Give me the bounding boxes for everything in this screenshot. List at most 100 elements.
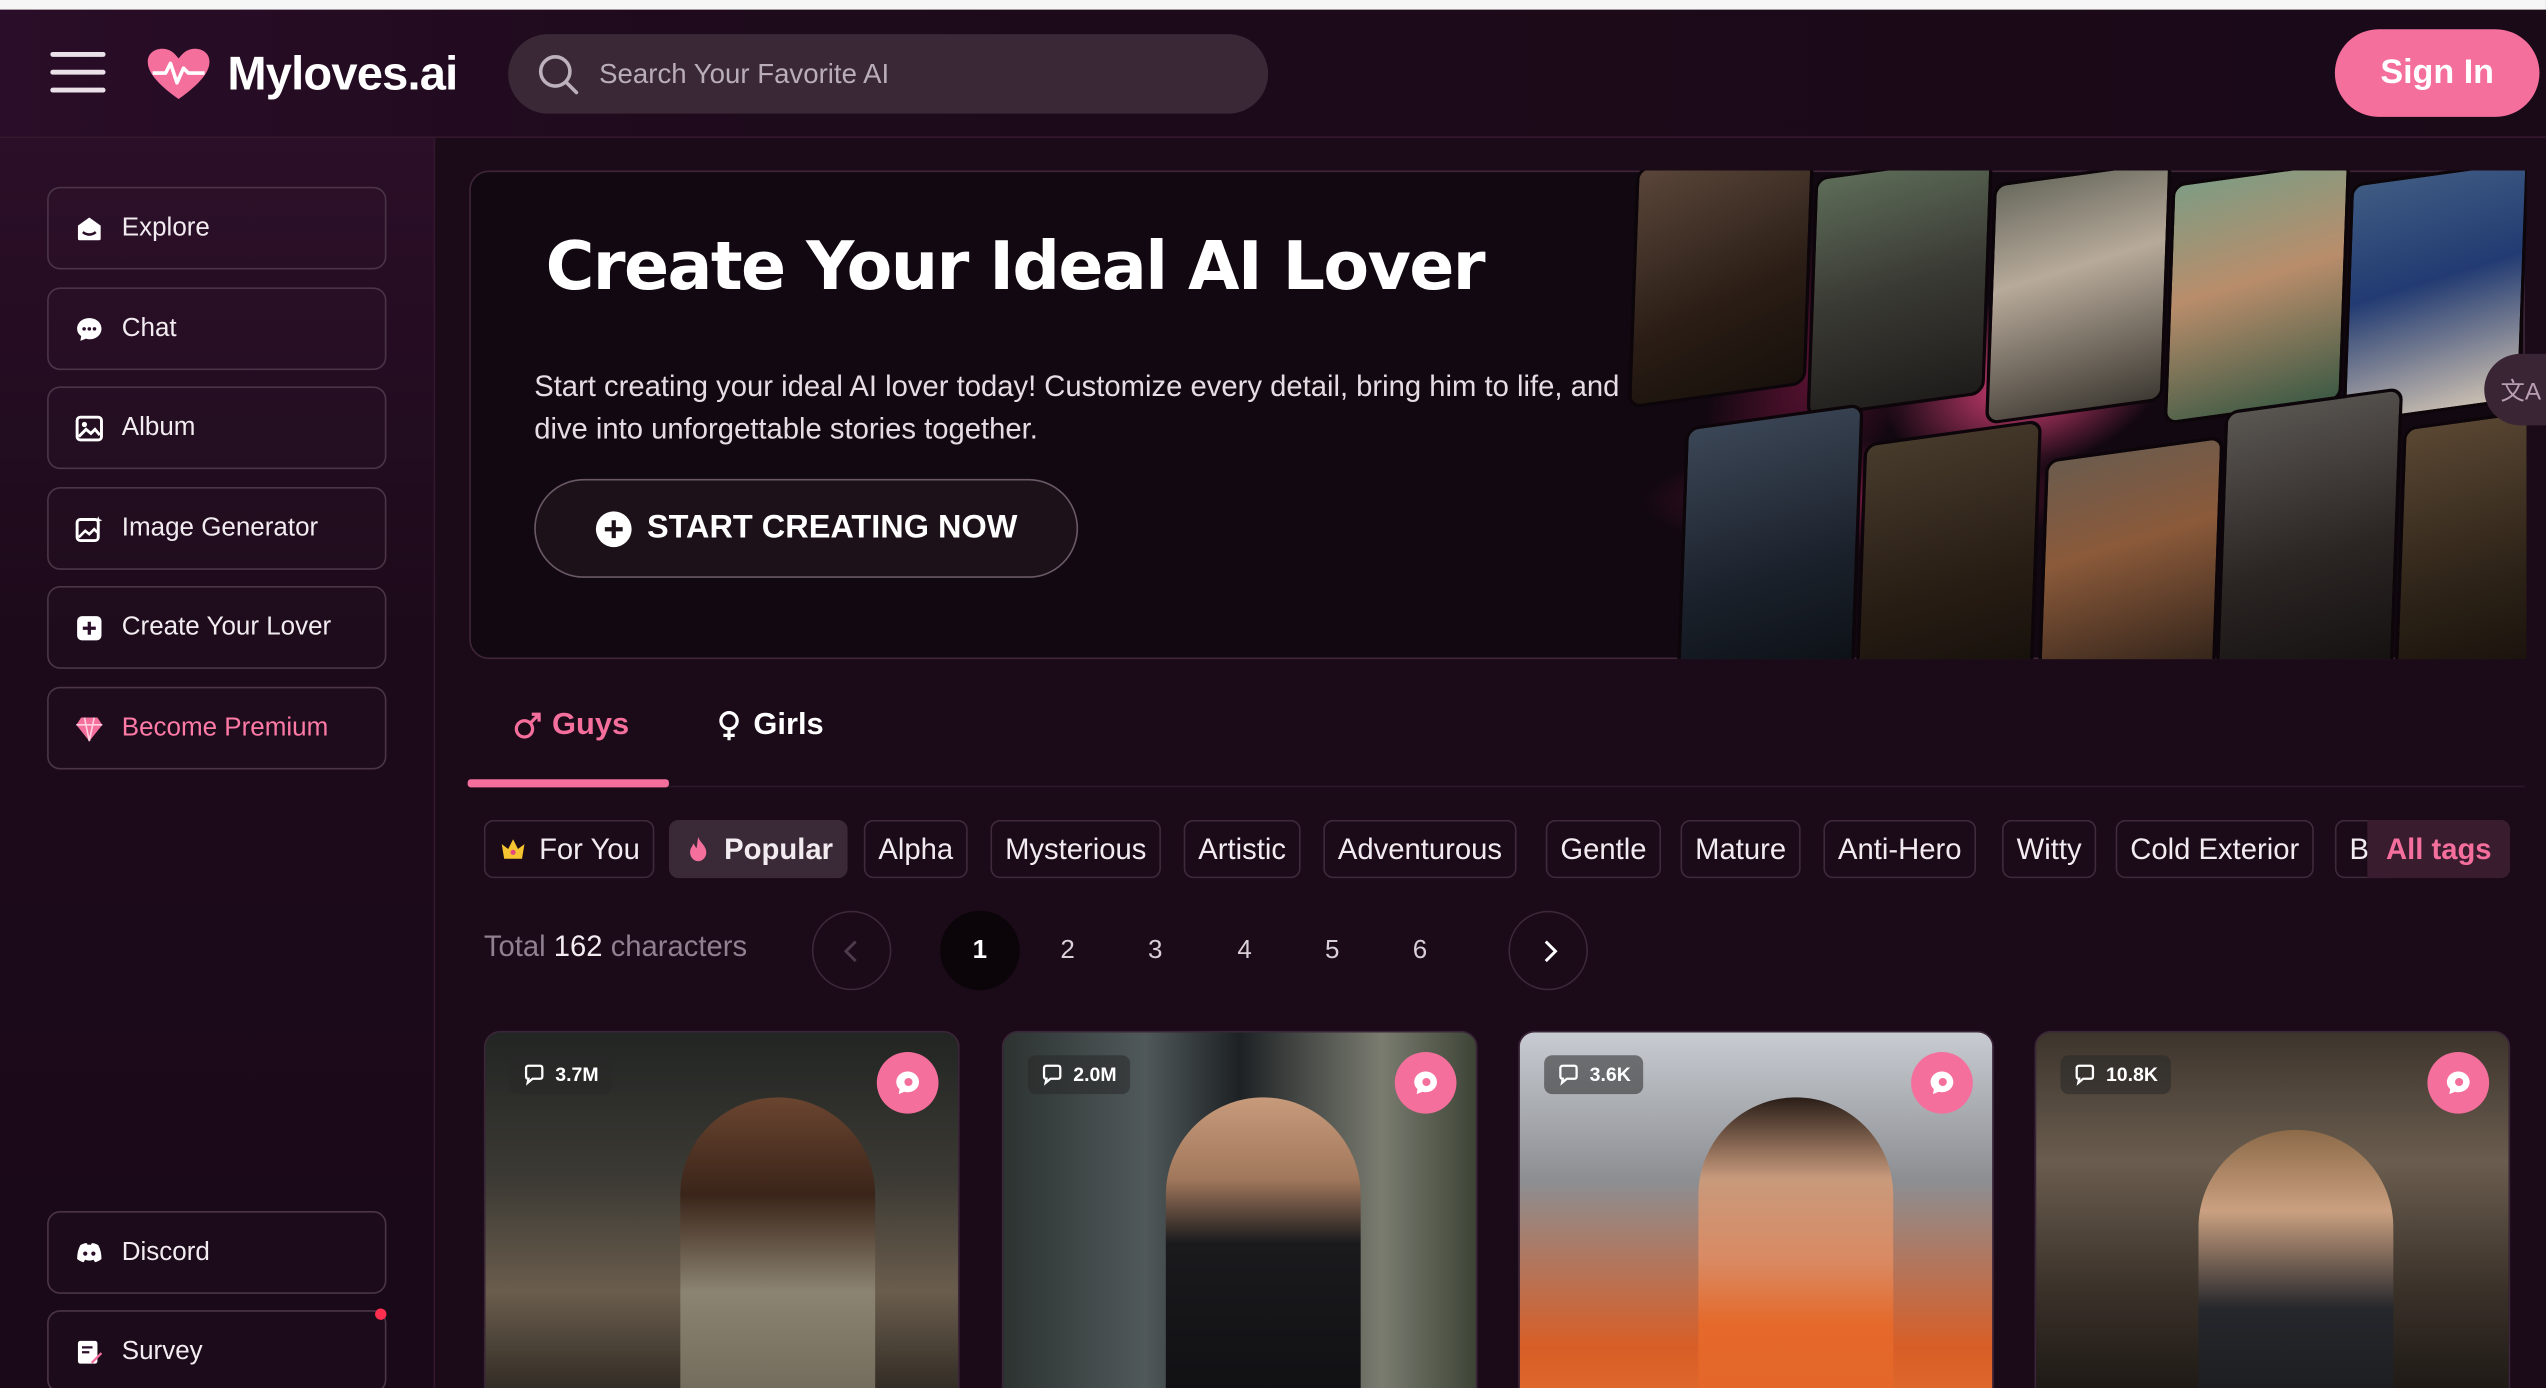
explore-icon [77,216,101,240]
character-card[interactable]: 3.7M [483,1030,960,1388]
message-count: 3.6K [1589,1063,1631,1087]
chat-icon [896,1071,920,1095]
collage-image [1854,419,2043,660]
chevron-right-icon [1543,939,1557,962]
flame-icon [690,836,707,862]
character-portrait [1165,1097,1361,1388]
header: Myloves.ai Sign In [0,9,2546,138]
sidebar-item-discord[interactable]: Discord [47,1211,387,1294]
tag-label: Mysterious [1005,831,1147,865]
start-chat-button[interactable] [1911,1051,1973,1114]
app-page: Myloves.ai Sign In Explore Chat Album Im… [0,0,2546,1388]
crown-star-icon [501,839,525,859]
tag-adventurous[interactable]: Adventurous [1323,819,1517,879]
start-creating-button[interactable]: START CREATING NOW [534,478,1079,578]
character-portrait [680,1097,876,1388]
heart-logo-icon [147,48,210,100]
chat-bubble-icon [1042,1064,1062,1086]
tag-label: Anti-Hero [1838,831,1962,865]
message-count-badge: 3.7M [509,1055,612,1095]
message-count: 3.7M [555,1063,599,1087]
page-6[interactable]: 6 [1380,911,1460,991]
search-bar[interactable] [508,34,1269,114]
sidebar-item-label: Become Premium [121,713,329,742]
tag-label: Popular [724,831,833,865]
sidebar-item-explore[interactable]: Explore [47,186,387,270]
tag-label: Mature [1695,831,1787,865]
sidebar-item-album[interactable]: Album [47,386,387,470]
sidebar-item-image-generator[interactable]: Image Generator [47,487,387,570]
menu-icon[interactable] [50,51,106,94]
tag-artistic[interactable]: Artistic [1183,819,1301,879]
collage-image [2214,386,2404,660]
tab-girls[interactable]: Girls [714,701,824,750]
survey-icon [77,1340,103,1363]
tag-label: Cold Exterior [2130,831,2300,865]
chat-icon [2446,1071,2470,1095]
tag-popular[interactable]: Popular [668,819,848,879]
diamond-icon [76,716,103,741]
tag-label: Witty [2016,831,2082,865]
tag-cold-exterior[interactable]: Cold Exterior [2115,819,2314,879]
tag-anti-hero[interactable]: Anti-Hero [1823,819,1977,879]
character-portrait [2198,1129,2394,1388]
tab-label: Guys [552,707,630,742]
male-icon [514,712,541,739]
page-4[interactable]: 4 [1205,911,1285,991]
character-card[interactable]: 2.0M [1001,1030,1478,1388]
character-card[interactable]: 3.6K [1518,1030,1994,1388]
collage-image [1985,170,2172,425]
chat-icon [1414,1071,1437,1095]
search-input[interactable] [599,57,1217,91]
chevron-left-icon [843,939,856,962]
tag-mature[interactable]: Mature [1680,819,1801,879]
message-count-badge: 10.8K [2060,1055,2171,1095]
tag-witty[interactable]: Witty [2002,819,2097,879]
search-icon [538,54,579,94]
message-count-badge: 2.0M [1027,1055,1130,1095]
start-chat-button[interactable] [1394,1051,1457,1114]
banner-title-plain: Create Your Ideal [545,227,1188,306]
tag-label: Artistic [1198,831,1286,865]
tag-label: For You [539,831,640,865]
sidebar-item-become-premium[interactable]: Become Premium [47,686,387,770]
tag-alpha[interactable]: Alpha [863,819,968,879]
tag-filter-bar: For You Popular Alpha Mysterious Artisti… [483,819,2511,879]
sidebar-item-label: Explore [121,213,210,242]
chat-bubble-icon [524,1064,544,1086]
logo[interactable]: Myloves.ai [146,42,458,107]
chat-bubble-icon [1559,1064,1578,1086]
page-1[interactable]: 1 [940,910,1020,991]
page-2[interactable]: 2 [1028,911,1108,991]
tag-mysterious[interactable]: Mysterious [990,819,1161,879]
sidebar-item-chat[interactable]: Chat [47,287,387,371]
start-chat-button[interactable] [2427,1051,2490,1114]
prev-page-button[interactable] [811,910,892,991]
page-3[interactable]: 3 [1115,911,1195,991]
tag-label: Adventurous [1337,831,1503,865]
tab-guys[interactable]: Guys [513,701,629,750]
character-collage [1617,170,2527,660]
album-icon [75,414,103,441]
browser-top-strip [0,0,2546,10]
tabs-divider [469,785,2525,788]
active-tab-indicator [467,779,669,788]
total-count: 162 [553,930,603,963]
message-count: 2.0M [1073,1063,1117,1087]
total-characters: Total 162 characters [484,930,747,964]
character-card[interactable]: 10.8K [2034,1030,2511,1388]
tag-label: Alpha [878,831,954,865]
sidebar-item-survey[interactable]: Survey [47,1310,387,1388]
tag-for-you[interactable]: For You [483,819,655,879]
next-page-button[interactable] [1508,910,1588,991]
total-prefix: Total [483,930,546,963]
sidebar-item-create-your-lover[interactable]: Create Your Lover [47,586,387,669]
start-chat-button[interactable] [876,1051,939,1114]
sign-in-button[interactable]: Sign In [2334,29,2540,117]
all-tags-button[interactable]: All tags [2367,819,2511,879]
tab-label: Girls [753,707,824,742]
chat-icon [77,317,102,341]
page-5[interactable]: 5 [1292,911,1372,991]
tag-gentle[interactable]: Gentle [1545,819,1662,879]
translate-button[interactable]: 文A [2484,353,2546,426]
